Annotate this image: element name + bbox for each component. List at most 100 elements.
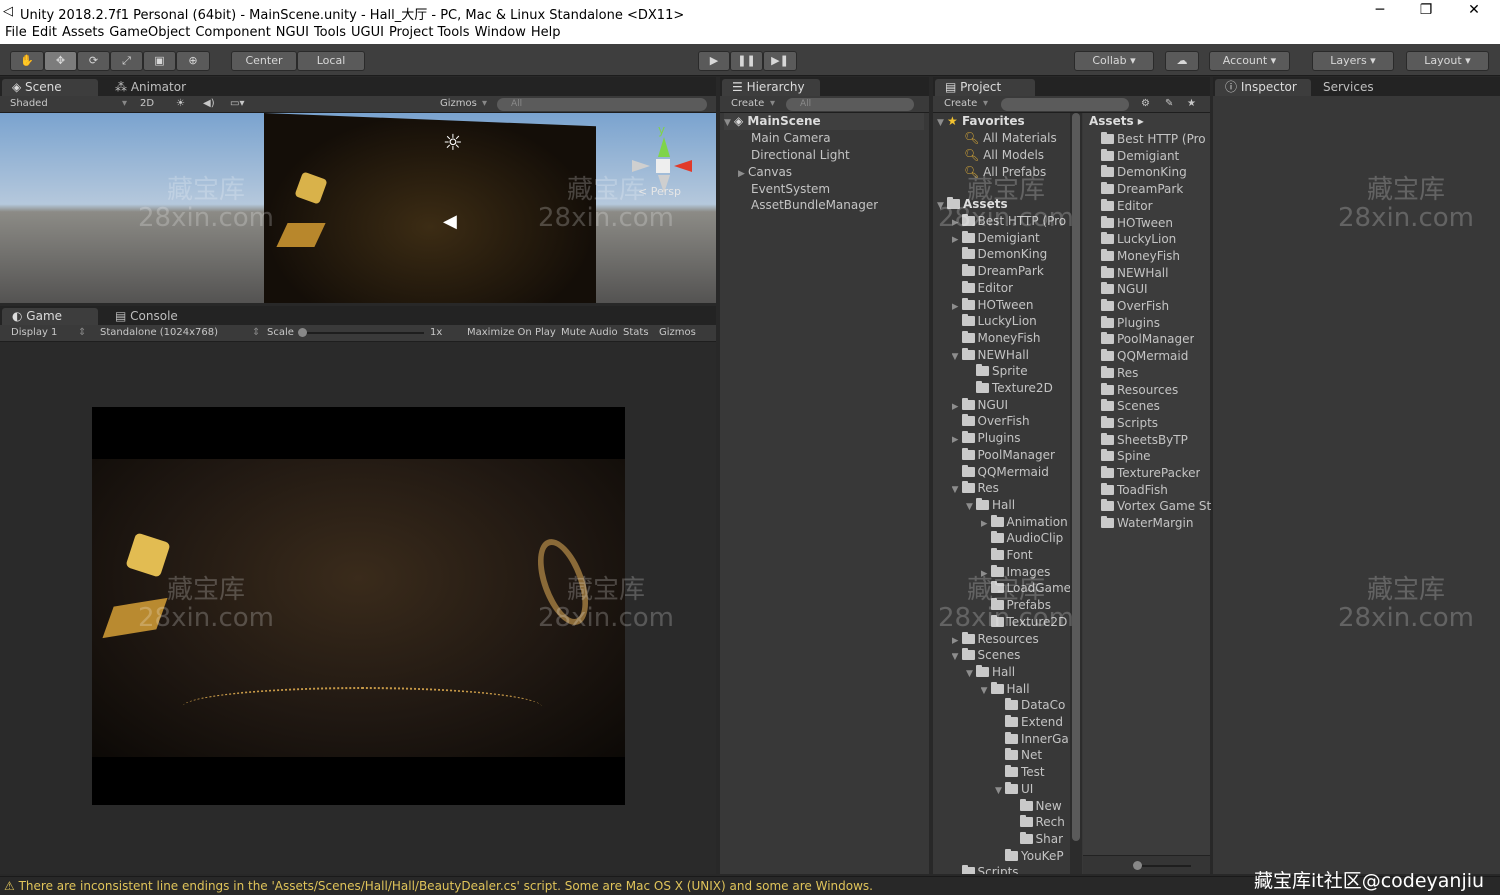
rect-tool-button[interactable]: ▣ — [143, 51, 176, 71]
project-tree-item[interactable]: OverFish — [952, 413, 1030, 430]
expand-arrow[interactable]: ▼ — [981, 683, 991, 698]
menu-project-tools[interactable]: Project Tools — [389, 25, 470, 40]
canvas-expand-arrow[interactable]: ▶ — [738, 166, 748, 181]
maximize-on-play-toggle[interactable]: Maximize On Play — [467, 327, 556, 338]
project-tree-item[interactable]: ▶ Plugins — [952, 430, 1020, 447]
shading-dropdown[interactable]: Shaded — [10, 98, 48, 109]
icon-size-thumb[interactable] — [1133, 861, 1142, 870]
expand-arrow[interactable]: ▼ — [995, 783, 1005, 798]
project-list-item[interactable]: DemonKing — [1101, 164, 1187, 181]
tab-scene[interactable]: ◈ Scene — [2, 79, 98, 96]
project-tree-item[interactable]: ▶ Demigiant — [952, 230, 1040, 247]
project-tree-item[interactable]: Prefabs — [981, 597, 1051, 614]
assets-expand-arrow[interactable]: ▼ — [937, 198, 947, 213]
close-button[interactable]: ✕ — [1454, 2, 1494, 18]
layout-dropdown[interactable]: Layout ▾ — [1406, 51, 1489, 71]
project-list-item[interactable]: QQMermaid — [1101, 348, 1188, 365]
effects-toggle-icon[interactable]: ▭▾ — [230, 98, 244, 109]
scene-viewport[interactable]: ☼ ◀ y < Persp — [0, 113, 716, 303]
favorite-item[interactable]: 🔍︎ All Models — [964, 147, 1044, 164]
project-tree-item[interactable]: ▼ Res — [952, 480, 999, 497]
project-tree-item[interactable]: ▶ NGUI — [952, 397, 1008, 414]
project-list-item[interactable]: ToadFish — [1101, 482, 1168, 499]
project-list-item[interactable]: WaterMargin — [1101, 515, 1193, 532]
project-tree-item[interactable]: MoneyFish — [952, 330, 1041, 347]
expand-arrow[interactable]: ▶ — [952, 232, 962, 247]
favorite-item[interactable]: 🔍︎ All Prefabs — [964, 164, 1046, 181]
move-tool-button[interactable]: ✥ — [44, 51, 77, 71]
play-button[interactable]: ▶ — [698, 51, 730, 71]
project-tree-item[interactable]: Extend — [995, 714, 1063, 731]
tab-console[interactable]: ▤ Console — [105, 308, 188, 325]
project-tree-item[interactable]: ▼ Hall — [981, 681, 1030, 698]
project-list-item[interactable]: HOTween — [1101, 215, 1173, 232]
mode-2d-toggle[interactable]: 2D — [140, 98, 154, 109]
project-tree-item[interactable]: Editor — [952, 280, 1013, 297]
hand-tool-button[interactable]: ✋ — [10, 51, 44, 71]
pause-button[interactable]: ❚❚ — [730, 51, 763, 71]
menu-ngui[interactable]: NGUI — [276, 25, 309, 40]
minimize-button[interactable]: ─ — [1360, 2, 1400, 18]
project-create-dropdown[interactable]: Create — [944, 98, 977, 109]
project-tree-item[interactable]: PoolManager — [952, 447, 1055, 464]
expand-arrow[interactable]: ▼ — [966, 499, 976, 514]
cloud-button[interactable]: ☁ — [1165, 51, 1199, 71]
tab-animator[interactable]: ⁂ Animator — [105, 79, 196, 96]
favorite-star-icon[interactable]: ★ — [1187, 98, 1196, 109]
project-list-item[interactable]: Plugins — [1101, 315, 1160, 332]
expand-arrow[interactable]: ▶ — [952, 215, 962, 230]
project-tree-item[interactable]: Texture2D — [981, 614, 1067, 631]
scale-tool-button[interactable]: ⤢ — [110, 51, 143, 71]
transform-tool-button[interactable]: ⊕ — [176, 51, 210, 71]
game-gizmos-dropdown[interactable]: Gizmos — [659, 327, 696, 338]
expand-arrow[interactable]: ▼ — [966, 666, 976, 681]
project-tree-item[interactable]: ▶ Resources — [952, 631, 1039, 648]
project-list-item[interactable]: Scripts — [1101, 415, 1158, 432]
menu-component[interactable]: Component — [195, 25, 270, 40]
collab-dropdown[interactable]: Collab ▾ — [1074, 51, 1154, 71]
project-list-item[interactable]: DreamPark — [1101, 181, 1183, 198]
scene-search-input[interactable]: All — [497, 98, 707, 111]
expand-arrow[interactable]: ▶ — [952, 633, 962, 648]
project-tree-item[interactable]: YouKeP — [995, 848, 1064, 865]
lighting-toggle-icon[interactable]: ☀ — [176, 98, 185, 109]
project-tree-item[interactable]: ▼ Hall — [966, 497, 1015, 514]
tab-services[interactable]: Services — [1313, 79, 1384, 96]
favorites-expand-arrow[interactable]: ▼ — [937, 115, 947, 130]
project-tree-item[interactable]: ▶ HOTween — [952, 297, 1034, 314]
project-tree-item[interactable]: Net — [995, 747, 1042, 764]
expand-arrow[interactable]: ▼ — [952, 349, 962, 364]
project-tree-item[interactable]: DataCo — [995, 697, 1065, 714]
project-list-item[interactable]: NGUI — [1101, 281, 1148, 298]
resolution-dropdown[interactable]: Standalone (1024x768) — [100, 327, 218, 338]
menu-tools[interactable]: Tools — [314, 25, 346, 40]
menu-window[interactable]: Window — [475, 25, 526, 40]
step-button[interactable]: ▶❚ — [763, 51, 797, 71]
hierarchy-item-eventsystem[interactable]: EventSystem — [751, 181, 830, 198]
scale-slider-track[interactable] — [300, 332, 424, 334]
menu-file[interactable]: File — [5, 25, 27, 40]
tree-scrollbar-thumb[interactable] — [1072, 113, 1080, 841]
project-tree-item[interactable]: DreamPark — [952, 263, 1044, 280]
project-list-item[interactable]: Res — [1101, 365, 1138, 382]
game-view[interactable] — [92, 407, 625, 805]
hierarchy-create-dropdown[interactable]: Create — [731, 98, 764, 109]
hierarchy-item-directional-light[interactable]: Directional Light — [751, 147, 850, 164]
tab-inspector[interactable]: ⓘ Inspector — [1215, 79, 1311, 96]
project-list-item[interactable]: OverFish — [1101, 298, 1169, 315]
filter-label-icon[interactable]: ✎ — [1165, 98, 1173, 109]
expand-arrow[interactable]: ▶ — [952, 299, 962, 314]
tab-project[interactable]: ▤ Project — [935, 79, 1035, 96]
expand-arrow[interactable]: ▶ — [952, 432, 962, 447]
project-tree-item[interactable]: ▶ Animation — [981, 514, 1068, 531]
project-list-item[interactable]: Editor — [1101, 198, 1153, 215]
menu-ugui[interactable]: UGUI — [351, 25, 384, 40]
project-list-item[interactable]: LuckyLion — [1101, 231, 1176, 248]
project-tree-item[interactable]: Scripts — [952, 864, 1019, 874]
project-tree-item[interactable]: LuckyLion — [952, 313, 1037, 330]
project-tree-item[interactable]: ▶ Best HTTP (Pro — [952, 213, 1066, 230]
project-tree-item[interactable]: QQMermaid — [952, 464, 1049, 481]
expand-arrow[interactable]: ▶ — [952, 399, 962, 414]
project-breadcrumb[interactable]: Assets ▸ — [1089, 113, 1144, 130]
rotate-tool-button[interactable]: ⟳ — [77, 51, 110, 71]
